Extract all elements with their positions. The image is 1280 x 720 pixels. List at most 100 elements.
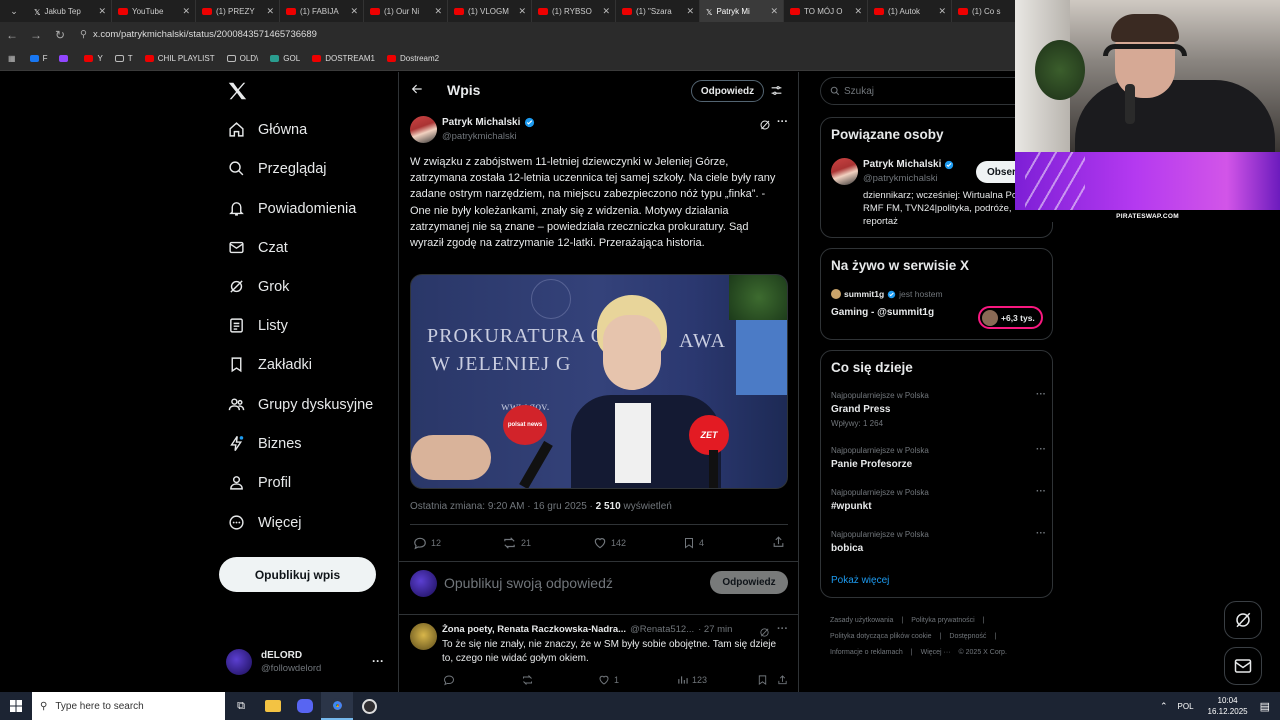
post-timestamp[interactable]: Ostatnia zmiana: 9:20 AM · 16 gru 2025 · [410, 501, 596, 512]
bookmark-item[interactable]: GOL [270, 54, 300, 63]
compose-reply-input[interactable]: Opublikuj swoją odpowiedź [444, 575, 613, 591]
footer-link[interactable]: Informacje o reklamach [830, 649, 903, 656]
related-name[interactable]: Patryk Michalski [863, 159, 941, 170]
sidebar-item[interactable]: Więcej [228, 514, 302, 531]
chrome-icon[interactable] [321, 692, 353, 720]
reply-share-icon[interactable] [777, 674, 792, 686]
trend-item[interactable]: Najpopularniejsze w Polska #wpunkt ··· [831, 486, 1046, 512]
trend-item[interactable]: Najpopularniejsze w Polska bobica ··· [831, 528, 1046, 554]
tab-close-icon[interactable]: ✕ [266, 6, 274, 17]
footer-link[interactable]: Polityka dotycząca plików cookie [830, 633, 932, 640]
reply-handle[interactable]: @Renata512... [630, 624, 694, 635]
post-button[interactable]: Opublikuj wpis [219, 557, 376, 592]
back-arrow-icon[interactable] [410, 82, 424, 101]
show-more-link[interactable]: Pokaż więcej [831, 575, 889, 586]
sidebar-item[interactable]: Grupy dyskusyjne [228, 396, 373, 413]
sidebar-item[interactable]: Przeglądaj [228, 160, 327, 177]
sidebar-item[interactable]: Główna [228, 121, 307, 138]
sidebar-item[interactable]: Profil [228, 474, 291, 491]
bookmark-item[interactable]: F [29, 54, 47, 63]
bookmark-item[interactable] [59, 55, 72, 62]
live-listeners-badge[interactable]: +6,3 tys. [978, 306, 1043, 329]
tab-close-icon[interactable]: ✕ [350, 6, 358, 17]
author-handle[interactable]: @patrykmichalski [442, 131, 517, 142]
grok-float-button[interactable] [1224, 601, 1262, 639]
browser-tab[interactable]: 𝕏 Patryk Mi ✕ [700, 0, 784, 22]
reply-bookmark-icon[interactable] [757, 674, 772, 686]
bookmark-action[interactable]: 4 [683, 536, 704, 550]
tab-close-icon[interactable]: ✕ [518, 6, 526, 17]
post-more-icon[interactable]: ··· [777, 116, 788, 128]
live-name[interactable]: Gaming - @summit1g [831, 307, 934, 318]
repost-action[interactable]: 21 [502, 536, 531, 550]
footer-link[interactable]: Zasady użytkowania [830, 617, 893, 624]
sidebar-item[interactable]: Powiadomienia [228, 200, 356, 217]
footer-link[interactable]: Polityka prywatności [911, 617, 974, 624]
tab-search-icon[interactable]: ⌄ [0, 0, 28, 22]
bookmark-item[interactable]: T [114, 54, 133, 63]
reload-icon[interactable]: ↻ [48, 28, 72, 42]
bookmark-item[interactable]: Dostream2 [386, 54, 439, 63]
related-avatar[interactable] [831, 158, 858, 185]
apps-grid-icon[interactable]: ▦ [8, 54, 16, 63]
messages-float-button[interactable] [1224, 647, 1262, 685]
tab-close-icon[interactable]: ✕ [770, 6, 778, 17]
author-avatar[interactable] [410, 116, 437, 143]
reply-action[interactable]: 12 [413, 536, 441, 550]
url-field[interactable]: ⚲ x.com/patrykmichalski/status/200084357… [80, 25, 1010, 44]
x-logo-icon[interactable] [226, 80, 248, 107]
trend-more-icon[interactable]: ··· [1036, 528, 1046, 539]
reply-repost-action[interactable] [521, 674, 538, 686]
post-image[interactable]: PROKURATURA O W JELENIEJ G AWA www.gov. … [410, 274, 788, 489]
taskbar-clock[interactable]: 10:04 16.12.2025 [1208, 695, 1248, 717]
task-view-icon[interactable]: ⧉ [225, 700, 257, 713]
sidebar-item[interactable]: Czat [228, 239, 288, 256]
footer-link[interactable]: Więcej ··· [921, 649, 951, 656]
sidebar-item[interactable]: Zakładki [228, 356, 312, 373]
tab-close-icon[interactable]: ✕ [98, 6, 106, 17]
taskbar-search-input[interactable]: ⚲ Type here to search [32, 692, 225, 720]
browser-tab[interactable]: (1) VLOGM ✕ [448, 0, 532, 22]
trend-more-icon[interactable]: ··· [1036, 389, 1046, 400]
notifications-icon[interactable]: ▤ [1260, 700, 1270, 713]
browser-tab[interactable]: 𝕏 Jakub Tep ✕ [28, 0, 112, 22]
bookmark-item[interactable]: Y [84, 54, 103, 63]
keyboard-language[interactable]: POL [1178, 702, 1194, 711]
footer-link[interactable]: Dostępność [949, 633, 986, 640]
grok-explain-icon[interactable] [759, 118, 771, 136]
tab-close-icon[interactable]: ✕ [434, 6, 442, 17]
sidebar-item[interactable]: Grok [228, 278, 289, 295]
sidebar-item[interactable]: Listy [228, 317, 288, 334]
reply-like-action[interactable]: 1 [598, 674, 619, 686]
account-switcher[interactable]: dELORD @followdelord ··· [226, 645, 386, 679]
bookmark-item[interactable]: CHIL PLAYLIST [144, 54, 215, 63]
reply-time[interactable]: · 27 min [698, 624, 732, 635]
header-reply-button[interactable]: Odpowiedz [691, 80, 764, 102]
related-handle[interactable]: @patrykmichalski [863, 173, 938, 184]
live-host-row[interactable]: summit1g jest hostem [831, 289, 943, 299]
reply-author[interactable]: Żona poety, Renata Raczkowska-Nadra... [442, 624, 626, 635]
browser-tab[interactable]: (1) PREZY ✕ [196, 0, 280, 22]
tab-close-icon[interactable]: ✕ [854, 6, 862, 17]
browser-tab[interactable]: YouTube ✕ [112, 0, 196, 22]
trend-item[interactable]: Najpopularniejsze w Polska Grand Press Wpł… [831, 389, 1046, 428]
tab-close-icon[interactable]: ✕ [686, 6, 694, 17]
trend-item[interactable]: Najpopularniejsze w Polska Panie Profesor… [831, 444, 1046, 470]
back-icon[interactable]: ← [0, 28, 24, 42]
bookmark-item[interactable]: OLD\ [226, 54, 258, 63]
browser-tab[interactable]: (1) Our Ni ✕ [364, 0, 448, 22]
reply-avatar[interactable] [410, 623, 437, 650]
share-icon[interactable] [772, 535, 789, 549]
author-name[interactable]: Patryk Michalski [442, 117, 520, 128]
trend-more-icon[interactable]: ··· [1036, 444, 1046, 455]
reply-views-action[interactable]: 123 [677, 674, 707, 686]
browser-tab[interactable]: TO MÓJ O ✕ [784, 0, 868, 22]
obs-icon[interactable] [353, 698, 385, 714]
tab-close-icon[interactable]: ✕ [182, 6, 190, 17]
account-more-icon[interactable]: ··· [372, 654, 384, 668]
browser-tab[interactable]: (1) Autok ✕ [868, 0, 952, 22]
like-action[interactable]: 142 [593, 536, 626, 550]
tab-close-icon[interactable]: ✕ [602, 6, 610, 17]
filter-sliders-icon[interactable] [770, 84, 783, 102]
browser-tab[interactable]: (1) RYBSO ✕ [532, 0, 616, 22]
